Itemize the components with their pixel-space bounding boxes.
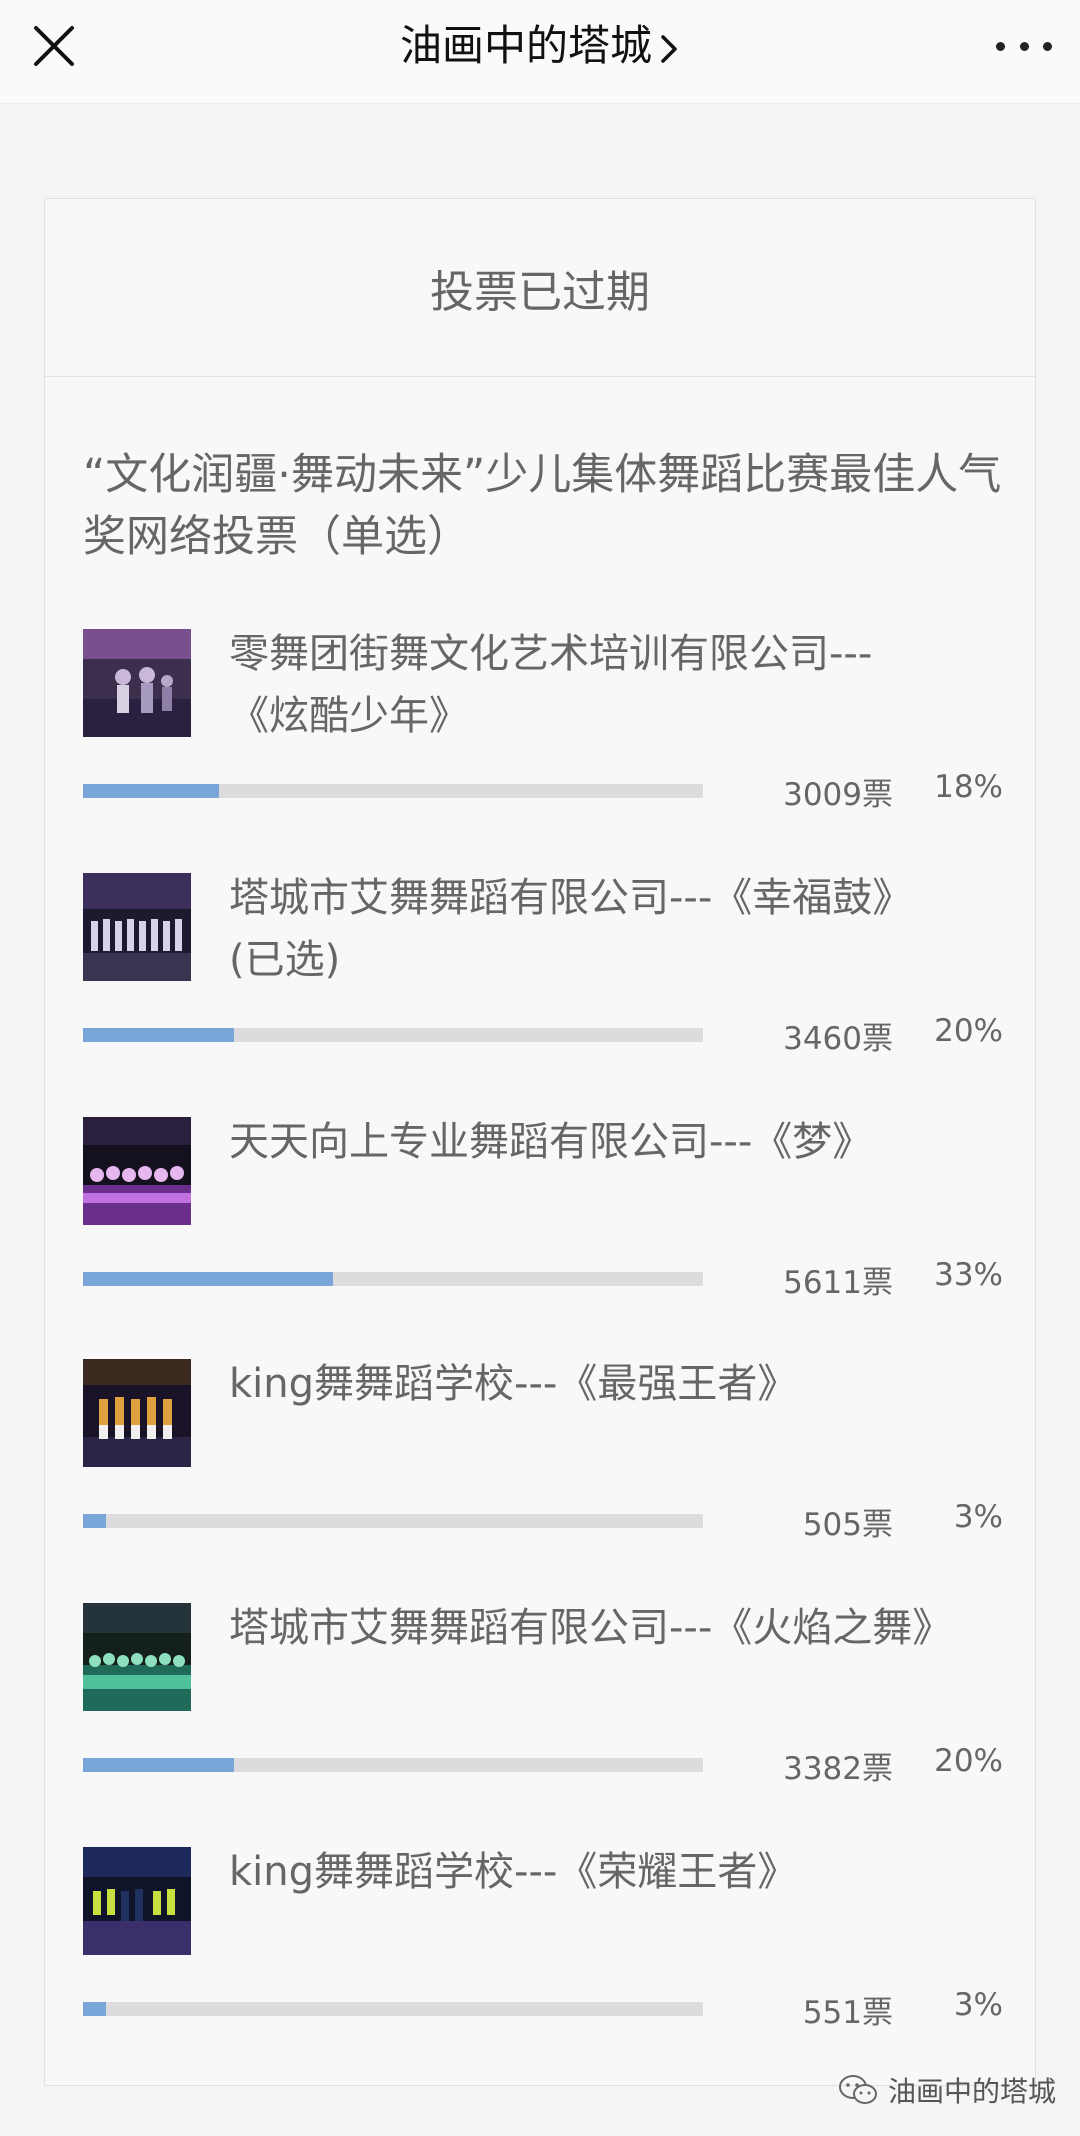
vote-bar — [83, 2002, 703, 2016]
option-thumbnail — [83, 873, 191, 981]
watermark: 油画中的塔城 — [838, 2070, 1056, 2110]
vote-percent: 3% — [953, 1499, 1003, 1535]
poll-option[interactable]: 天天向上专业舞蹈有限公司---《梦》 5611票 33% — [83, 1117, 1003, 1327]
vote-bar — [83, 1028, 703, 1042]
poll-option[interactable]: 零舞团街舞文化艺术培训有限公司---《炫酷少年》 3009票 18% — [83, 629, 1003, 839]
vote-percent: 33% — [934, 1257, 1003, 1293]
option-thumbnail — [83, 1359, 191, 1467]
vote-count: 505票 — [802, 1507, 893, 1543]
vote-bar-fill — [83, 1758, 234, 1772]
more-dots-icon — [1043, 41, 1052, 51]
option-thumbnail — [83, 1117, 191, 1225]
vote-bar — [83, 784, 703, 798]
vote-count: 551票 — [802, 1995, 893, 2031]
vote-count: 3382票 — [783, 1751, 893, 1787]
poll-question: “文化润疆·舞动未来”少儿集体舞蹈比赛最佳人气奖网络投票（单选） — [83, 450, 1002, 562]
poll-status: 投票已过期 — [45, 199, 1035, 377]
vote-bar-fill — [83, 1514, 106, 1528]
vote-percent: 3% — [953, 1987, 1003, 2023]
more-dots-icon — [996, 41, 1005, 51]
vote-percent: 18% — [934, 769, 1003, 805]
option-label: 塔城市艾舞舞蹈有限公司---《火焰之舞》 — [229, 1605, 953, 1651]
more-dots-icon — [1019, 41, 1029, 51]
poll-option[interactable]: 塔城市艾舞舞蹈有限公司---《火焰之舞》 3382票 20% — [83, 1603, 1003, 1813]
vote-count: 3009票 — [783, 777, 893, 813]
vote-bar — [83, 1758, 703, 1772]
vote-bar-fill — [83, 1028, 234, 1042]
vote-bar-fill — [83, 2002, 106, 2016]
option-thumbnail — [83, 1847, 191, 1955]
option-label: 塔城市艾舞舞蹈有限公司---《幸福鼓》(已选) — [229, 875, 913, 983]
poll-option[interactable]: king舞舞蹈学校---《最强王者》 505票 3% — [83, 1359, 1003, 1569]
poll-option[interactable]: 塔城市艾舞舞蹈有限公司---《幸福鼓》(已选) 3460票 20% — [83, 873, 1003, 1083]
vote-count: 3460票 — [783, 1021, 893, 1057]
option-label: king舞舞蹈学校---《荣耀王者》 — [229, 1849, 798, 1895]
top-bar: 油画中的塔城 — [0, 0, 1080, 104]
option-label: king舞舞蹈学校---《最强王者》 — [229, 1361, 798, 1407]
chevron-right-icon — [661, 34, 677, 63]
vote-count: 5611票 — [783, 1265, 893, 1301]
option-label: 天天向上专业舞蹈有限公司---《梦》 — [229, 1119, 873, 1165]
watermark-text: 油画中的塔城 — [887, 2075, 1056, 2108]
wechat-icon — [838, 2075, 877, 2104]
vote-bar — [83, 1272, 703, 1286]
vote-bar — [83, 1514, 703, 1528]
vote-percent: 20% — [934, 1013, 1003, 1049]
poll-card: 投票已过期 “文化润疆·舞动未来”少儿集体舞蹈比赛最佳人气奖网络投票（单选） 零… — [44, 198, 1036, 2086]
option-thumbnail — [83, 629, 191, 737]
poll-option[interactable]: king舞舞蹈学校---《荣耀王者》 551票 3% — [83, 1847, 1003, 2057]
vote-percent: 20% — [934, 1743, 1003, 1779]
page-title-link[interactable]: 油画中的塔城 — [0, 18, 1080, 74]
page-title: 油画中的塔城 — [399, 21, 652, 70]
vote-bar-fill — [83, 1272, 333, 1286]
more-button[interactable] — [996, 30, 1052, 62]
option-thumbnail — [83, 1603, 191, 1711]
vote-bar-fill — [83, 784, 219, 798]
option-label: 零舞团街舞文化艺术培训有限公司---《炫酷少年》 — [229, 631, 873, 739]
